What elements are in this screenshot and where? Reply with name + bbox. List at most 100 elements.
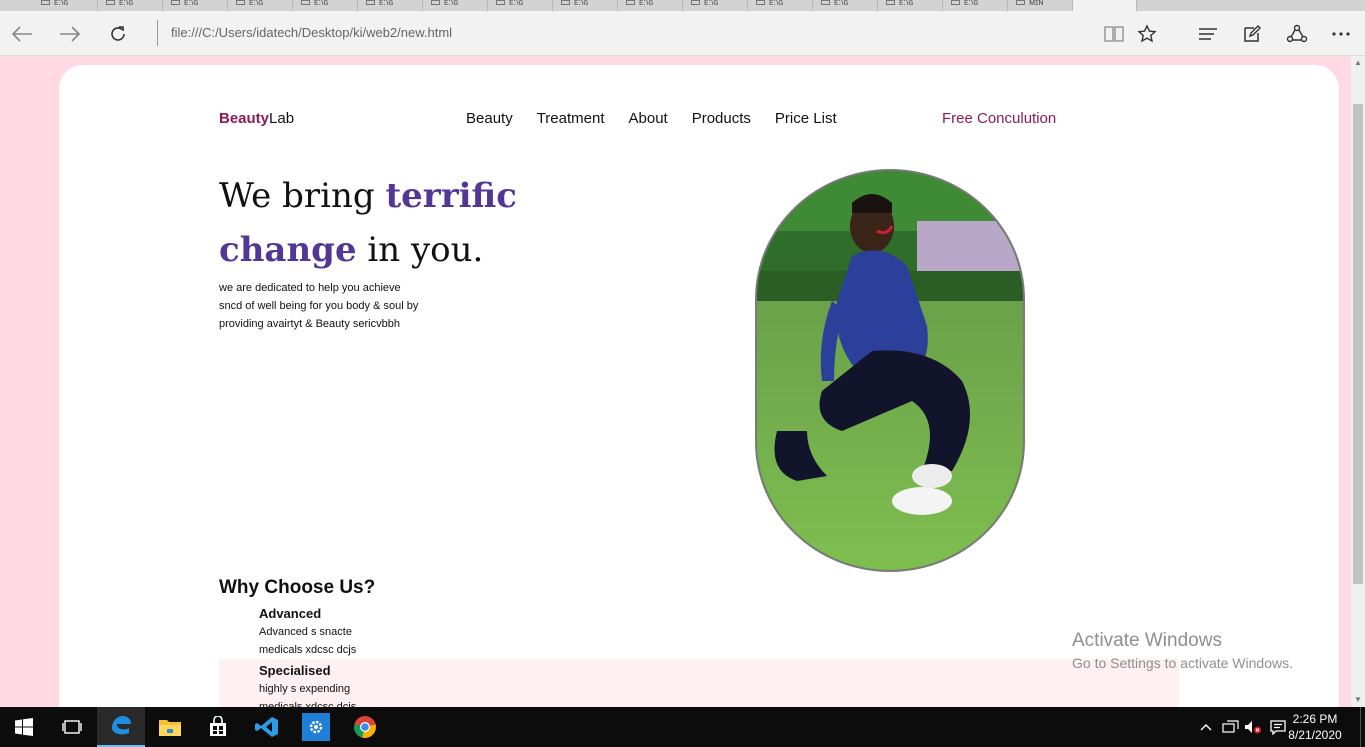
browser-tab[interactable]: ᴇ:\ɢ <box>98 0 163 11</box>
store-icon[interactable] <box>194 707 242 747</box>
tab-favicon-icon <box>496 0 505 5</box>
network-icon[interactable] <box>1220 707 1240 747</box>
brand-logo[interactable]: BeautyLab <box>219 110 294 127</box>
more-icon[interactable] <box>1321 11 1361 56</box>
nav-item-treatment[interactable]: Treatment <box>537 110 605 127</box>
tab-label: ᴇ:\ɢ <box>444 0 459 7</box>
edge-icon[interactable] <box>97 707 145 747</box>
settings-app-icon[interactable] <box>292 707 340 747</box>
feature-title: Advanced <box>259 606 322 621</box>
tab-label: ᴇ:\ɢ <box>509 0 524 7</box>
page-scrollbar[interactable]: ▲ ▼ <box>1351 56 1365 707</box>
tab-label: ᴇ:\ɢ <box>314 0 329 7</box>
browser-tab[interactable]: ᴇ:\ɢ <box>943 0 1008 11</box>
browser-tab[interactable]: ᴇ:\ɢ <box>618 0 683 11</box>
clock-time: 2:26 PM <box>1292 712 1338 726</box>
browser-tab[interactable]: ᴇ:\ɢ <box>878 0 943 11</box>
hero-title-highlight2: change <box>219 230 357 270</box>
share-icon[interactable] <box>1277 11 1317 56</box>
hero-description: we are dedicated to help you achieve snc… <box>219 279 459 333</box>
browser-tab[interactable]: ᴇ:\ɢ <box>293 0 358 11</box>
browser-tab[interactable]: ᴍɪɴ <box>1008 0 1073 11</box>
hero-title-part1: We bring <box>219 176 386 216</box>
browser-tab[interactable]: ᴇ:\ɢ <box>423 0 488 11</box>
file-explorer-icon[interactable] <box>146 707 194 747</box>
watermark-line2: Go to Settings to activate Windows. <box>1072 655 1293 671</box>
tab-label: ᴇ:\ɢ <box>704 0 719 7</box>
browser-tab-active[interactable] <box>1073 0 1137 11</box>
browser-tab[interactable]: ᴇ:\ɢ <box>553 0 618 11</box>
scroll-up-icon[interactable]: ▲ <box>1353 58 1363 68</box>
hero-photo <box>755 169 1025 572</box>
browser-toolbar: file:///C:/Users/idatech/Desktop/ki/web2… <box>0 11 1365 56</box>
tab-strip: ᴇ:\ɢ ᴇ:\ɢ ᴇ:\ɢ ᴇ:\ɢ ᴇ:\ɢ ᴇ:\ɢ ᴇ:\ɢ ᴇ:\ɢ ᴇ:\ɢ ᴇ:\ɢ… <box>0 0 1365 11</box>
show-hidden-icons-icon[interactable] <box>1196 707 1216 747</box>
tab-favicon-icon <box>431 0 440 5</box>
nav-item-price-list[interactable]: Price List <box>775 110 837 127</box>
web-note-icon[interactable] <box>1232 11 1272 56</box>
scroll-down-icon[interactable]: ▼ <box>1353 695 1363 705</box>
chrome-icon[interactable] <box>341 707 389 747</box>
browser-tab[interactable]: ᴇ:\ɢ <box>683 0 748 11</box>
tab-favicon-icon <box>236 0 245 5</box>
tab-favicon-icon <box>951 0 960 5</box>
back-icon[interactable] <box>2 11 42 56</box>
hero-desc-line: we are dedicated to help you achieve <box>219 282 401 294</box>
scroll-thumb[interactable] <box>1353 104 1363 584</box>
nav-item-products[interactable]: Products <box>692 110 751 127</box>
hero-title: We bring terrific change in you. <box>219 169 619 277</box>
tab-label: ᴇ:\ɢ <box>184 0 199 7</box>
tab-favicon-icon <box>886 0 895 5</box>
tab-favicon-icon <box>301 0 310 5</box>
volume-muted-icon[interactable] <box>1243 707 1263 747</box>
tab-label: ᴇ:\ɢ <box>54 0 69 7</box>
feature-line: medicals xdcsc dcjs <box>259 644 357 656</box>
clock-date: 8/21/2020 <box>1288 728 1342 742</box>
feature-advanced: Advanced Advanced s snacte medicals xdcs… <box>259 605 419 659</box>
windows-start-icon[interactable] <box>0 707 48 747</box>
brand-rest: Lab <box>269 110 295 127</box>
browser-tab[interactable]: ᴇ:\ɢ <box>748 0 813 11</box>
tab-favicon-icon <box>756 0 765 5</box>
taskbar-clock[interactable]: 2:26 PM 8/21/2020 <box>1286 711 1344 743</box>
tab-favicon-icon <box>366 0 375 5</box>
nav-item-beauty[interactable]: Beauty <box>466 110 513 127</box>
tab-favicon-icon <box>171 0 180 5</box>
show-desktop-button[interactable] <box>1360 707 1361 747</box>
tab-label: ᴇ:\ɢ <box>249 0 264 7</box>
refresh-icon[interactable] <box>98 11 138 56</box>
browser-tab[interactable]: ᴇ:\ɢ <box>358 0 423 11</box>
windows-taskbar: 2:26 PM 8/21/2020 <box>0 707 1365 747</box>
browser-tab[interactable]: ᴇ:\ɢ <box>813 0 878 11</box>
activate-windows-watermark: Activate Windows Go to Settings to activ… <box>1072 630 1293 674</box>
tab-label: ᴇ:\ɢ <box>639 0 654 7</box>
tab-favicon-icon <box>41 0 50 5</box>
tab-label: ᴇ:\ɢ <box>574 0 589 7</box>
tab-label: ᴇ:\ɢ <box>834 0 849 7</box>
browser-tab[interactable]: ᴇ:\ɢ <box>163 0 228 11</box>
hero-title-part2: in you. <box>356 230 484 270</box>
task-view-icon[interactable] <box>48 707 96 747</box>
nav-item-about[interactable]: About <box>629 110 668 127</box>
tab-favicon-icon <box>561 0 570 5</box>
address-bar[interactable]: file:///C:/Users/idatech/Desktop/ki/web2… <box>171 25 452 41</box>
tab-favicon-icon <box>626 0 635 5</box>
browser-tab[interactable]: ᴇ:\ɢ <box>33 0 98 11</box>
hub-icon[interactable] <box>1188 11 1228 56</box>
favorites-star-icon[interactable] <box>1127 11 1167 56</box>
brand-bold: Beauty <box>219 110 270 127</box>
browser-tab[interactable]: ᴇ:\ɢ <box>488 0 553 11</box>
hero-desc-line: providing avairtyt & Beauty sericvbbh <box>219 318 400 330</box>
action-center-icon[interactable] <box>1268 707 1288 747</box>
browser-tab[interactable]: ᴇ:\ɢ <box>228 0 293 11</box>
tab-favicon-icon <box>106 0 115 5</box>
tab-label: ᴇ:\ɢ <box>119 0 134 7</box>
main-nav: Beauty Treatment About Products Price Li… <box>466 110 861 127</box>
feature-title: Specialised <box>259 663 331 678</box>
tab-favicon-icon <box>821 0 830 5</box>
vscode-icon[interactable] <box>243 707 291 747</box>
tab-label: ᴇ:\ɢ <box>769 0 784 7</box>
tab-label: ᴇ:\ɢ <box>379 0 394 7</box>
free-consultation-link[interactable]: Free Conculution <box>942 110 1056 127</box>
forward-icon[interactable] <box>50 11 90 56</box>
